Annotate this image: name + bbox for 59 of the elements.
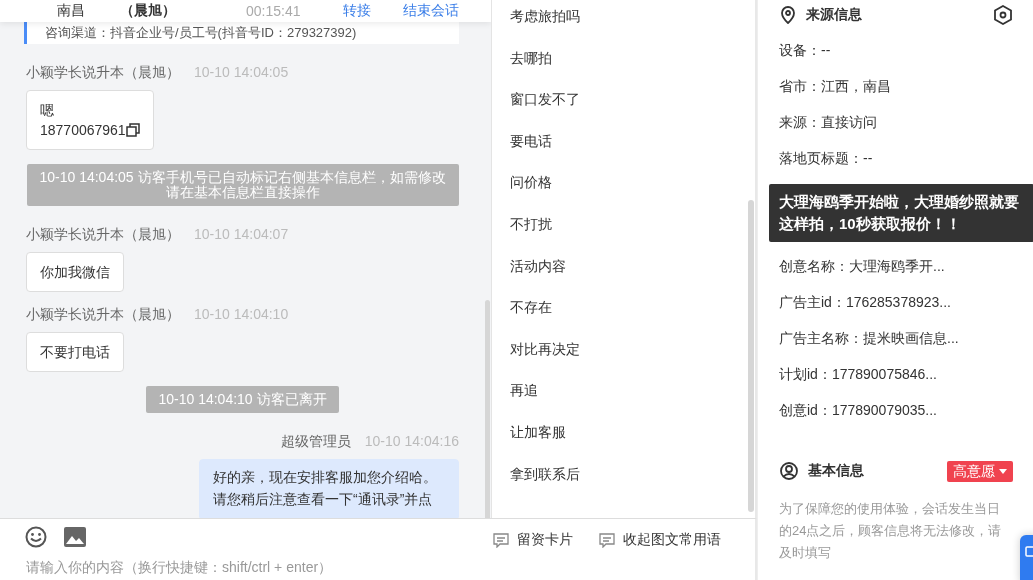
sender-name: 小颖学长说升本（晨旭） [26, 226, 180, 244]
phrase-item[interactable]: 去哪拍 [510, 49, 552, 66]
phrase-item[interactable]: 要电话 [510, 132, 552, 149]
phrase-item[interactable]: 考虑旅拍吗 [510, 8, 580, 24]
location-text: 南昌 [57, 2, 86, 20]
message-icon [599, 532, 615, 548]
sender-name: 小颖学长说升本（晨旭） [26, 64, 180, 82]
phrase-item[interactable]: 再追 [510, 382, 538, 399]
info-row-text: 创意id：177890079035... [778, 401, 938, 420]
channel-card: 咨询渠道：抖音企业号/员工号(抖音号ID：279327392) [24, 22, 459, 44]
phrase-item[interactable]: 不存在 [510, 299, 552, 316]
info-row-text: 落地页标题：-- [778, 149, 874, 168]
tooltip: 大理海鸥季开始啦，大理婚纱照就要这样拍，10秒获取报价！！ [769, 184, 1033, 242]
user-icon [780, 462, 798, 480]
info-row-text: 创意名称：大理海鸥季开... [778, 257, 946, 276]
agent-name: （晨旭） [120, 2, 177, 20]
session-timer: 00:15:41 [246, 3, 302, 19]
intent-dropdown[interactable]: 高意愿 [947, 460, 1013, 482]
phrase-item[interactable]: 窗口发不了 [510, 91, 580, 108]
message-text: 嗯 [40, 101, 54, 120]
info-row-text: 省市：江西，南昌 [778, 77, 892, 96]
copy-icon[interactable] [125, 123, 140, 137]
phrase-item[interactable]: 拿到联系后 [510, 465, 580, 482]
section-title: 基本信息 [808, 462, 865, 480]
message-text: 好的亲，现在安排客服加您介绍哈。请您稍后注意查看一下“通讯录”并点 [213, 468, 438, 509]
info-row-text: 设备：-- [778, 41, 832, 60]
emoji-icon[interactable] [25, 526, 47, 548]
message-time: 10-10 14:04:10 [194, 306, 289, 324]
system-notice: 10-10 14:04:05 访客手机号已自动标记右侧基本信息栏，如需修改请在基本信息栏直接操作 [26, 164, 459, 206]
message-input[interactable]: 请输入你的内容（换行快捷键：shift/ctrl + enter） [26, 557, 486, 577]
info-row-text: 广告主id：176285378923... [778, 293, 952, 312]
sender-name: 超级管理员 [280, 433, 351, 451]
info-row-text: 广告主名称：提米映画信息... [778, 329, 960, 348]
transfer-link[interactable]: 转接 [343, 2, 371, 20]
end-session-link[interactable]: 结束会话 [403, 2, 459, 20]
phrase-item[interactable]: 对比再决定 [510, 340, 580, 357]
message-time: 10-10 14:04:07 [194, 226, 289, 244]
caret-icon [999, 468, 1007, 474]
message-text: 18770067961 [40, 121, 126, 140]
message-text: 你加我微信 [40, 263, 110, 282]
phrase-item[interactable]: 不打扰 [510, 215, 552, 232]
info-note: 为了保障您的使用体验，会话发生当日的24点之后，顾客信息将无法修改，请及时填写 [779, 500, 1003, 562]
section-title: 来源信息 [806, 6, 863, 24]
system-notice: 10-10 14:04:10 访客已离开 [146, 386, 339, 413]
info-row-text: 计划id：177890075846... [778, 365, 938, 384]
sender-name: 小颖学长说升本（晨旭） [26, 306, 180, 324]
phrase-item[interactable]: 问价格 [510, 174, 552, 191]
message-time: 10-10 14:04:05 [194, 64, 289, 82]
lead-card-button[interactable]: 留资卡片 [493, 531, 573, 549]
message-text: 不要打电话 [40, 343, 110, 362]
settings-icon[interactable] [993, 5, 1013, 25]
phrase-item[interactable]: 活动内容 [510, 257, 566, 274]
phrase-item[interactable]: 让加客服 [510, 423, 566, 440]
message-time: 10-10 14:04:16 [364, 433, 459, 451]
location-pin-icon [780, 6, 796, 24]
message-icon [493, 532, 509, 548]
collapse-phrases-button[interactable]: 收起图文常用语 [599, 531, 721, 549]
image-icon[interactable] [64, 527, 86, 547]
info-row-text: 来源：直接访问 [778, 113, 878, 132]
